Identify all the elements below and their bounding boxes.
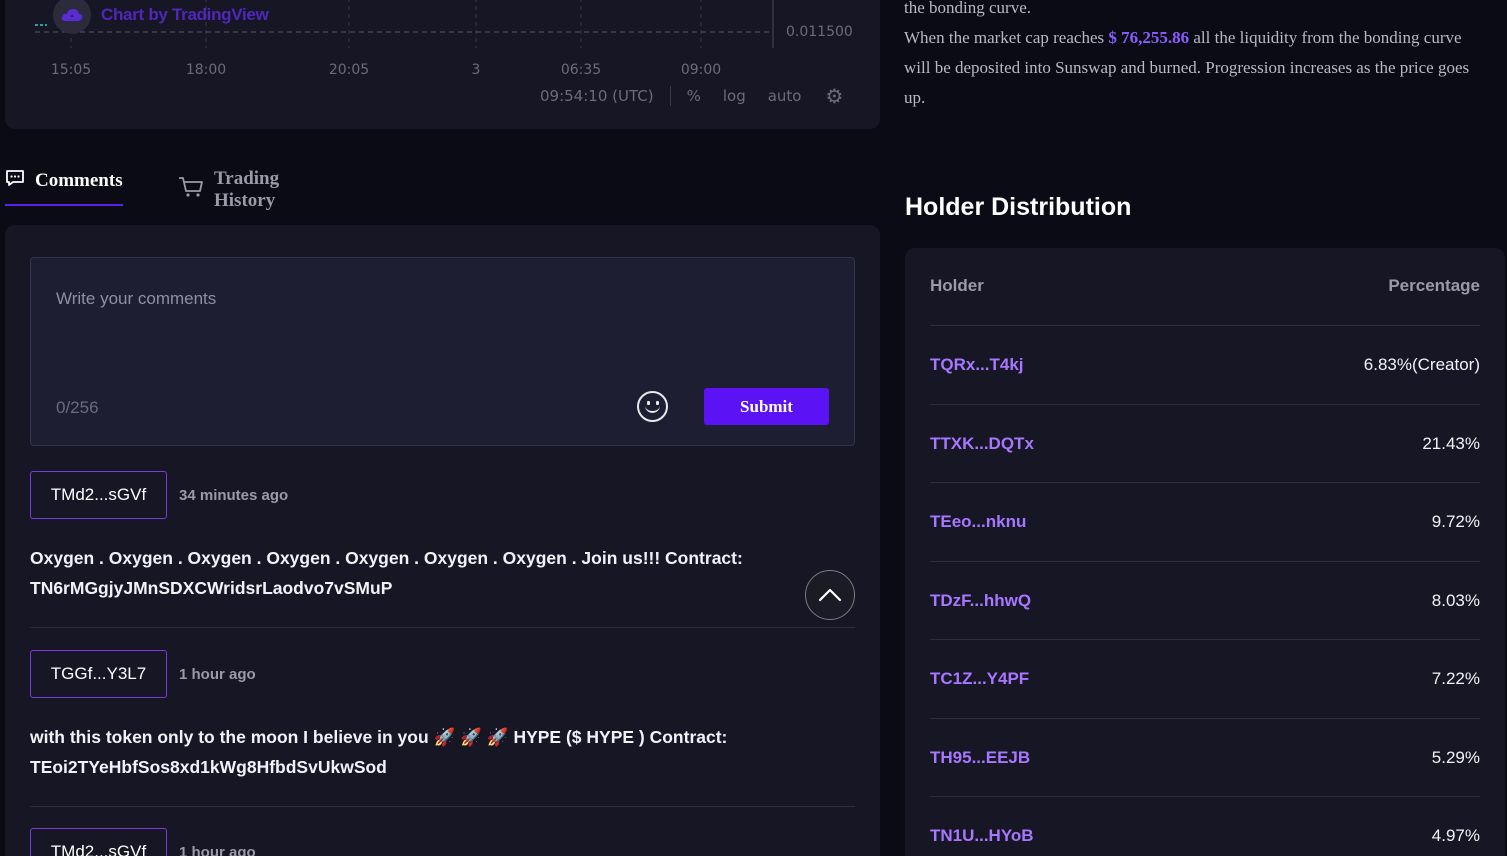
time-tick: 09:00 <box>680 62 722 78</box>
comment-contract: TN6rMGgjyJMnSDXCWridsrLaodvo7vSMuP <box>30 578 393 598</box>
comments-panel: 0/256 Submit TMd2...sGVf 34 minutes ago … <box>5 225 880 856</box>
tab-bar: Comments Trading History <box>5 168 279 211</box>
chart-clock: 09:54:10 (UTC) <box>540 87 654 105</box>
bonding-line: up. <box>904 88 926 107</box>
comment-author[interactable]: TMd2...sGVf <box>30 828 167 856</box>
comment-body: with this token only to the moon I belie… <box>30 722 855 782</box>
holder-row: TDzF...hhwQ 8.03% <box>930 561 1480 640</box>
bonding-text-prefix: When the market cap reaches <box>904 28 1109 47</box>
time-tick: 3 <box>471 62 481 78</box>
time-tick: 15:05 <box>50 62 92 78</box>
gear-icon[interactable]: ⚙ <box>825 86 843 106</box>
emoji-mouth <box>645 404 660 413</box>
bonding-line: When the market cap reaches $ 76,255.86 … <box>904 23 1494 53</box>
percent-scale-toggle[interactable]: % <box>687 87 701 105</box>
toolbar-divider <box>669 86 671 106</box>
holder-row: TQRx...T4kj 6.83%(Creator) <box>930 325 1480 404</box>
holder-address[interactable]: TDzF...hhwQ <box>930 591 1031 611</box>
comment-text: with this token only to the moon I belie… <box>30 727 728 747</box>
tab-trading-history[interactable]: Trading History <box>53 168 279 222</box>
chevron-up-icon <box>818 588 842 602</box>
holder-percentage: 5.29% <box>1431 748 1480 767</box>
holder-percentage: 9.72% <box>1431 512 1480 531</box>
holder-distribution-title: Holder Distribution <box>905 193 1132 221</box>
log-scale-toggle[interactable]: log <box>723 87 746 105</box>
bonding-line: will be deposited into Sunswap and burne… <box>904 58 1470 77</box>
comment-item: TMd2...sGVf 1 hour ago <box>30 828 855 856</box>
column-header-holder: Holder <box>930 276 984 295</box>
holder-address[interactable]: TTXK...DQTx <box>930 434 1034 454</box>
tab-trading-history-label: Trading History <box>214 168 280 211</box>
auto-scale-toggle[interactable]: auto <box>768 87 802 105</box>
comment-form: 0/256 Submit <box>30 257 855 446</box>
comment-text: Oxygen . Oxygen . Oxygen . Oxygen . Oxyg… <box>30 548 743 568</box>
bonding-line: the bonding curve. <box>904 0 1031 17</box>
holder-address[interactable]: TEeo...nknu <box>930 512 1026 532</box>
holder-address[interactable]: TC1Z...Y4PF <box>930 669 1029 689</box>
holder-row: TTXK...DQTx 21.43% <box>930 404 1480 483</box>
comment-item: TMd2...sGVf 34 minutes ago Oxygen . Oxyg… <box>30 471 855 628</box>
tradingview-watermark: Chart by TradingView <box>53 0 269 34</box>
scroll-to-top-button[interactable] <box>805 570 855 620</box>
price-axis-label: 0.011500 <box>786 24 853 40</box>
market-cap-value: $ 76,255.86 <box>1108 28 1190 47</box>
cart-icon <box>178 176 204 204</box>
submit-button[interactable]: Submit <box>704 388 829 425</box>
tradingview-watermark-text: Chart by TradingView <box>101 5 269 24</box>
holder-row: TEeo...nknu 9.72% <box>930 482 1480 561</box>
holder-address[interactable]: TN1U...HYoB <box>930 826 1034 846</box>
time-tick: 20:05 <box>328 62 370 78</box>
price-chart-panel: Chart by TradingView 0.011500 15:05 18:0… <box>5 0 880 129</box>
time-tick: 06:35 <box>560 62 602 78</box>
holder-address[interactable]: TQRx...T4kj <box>930 355 1024 375</box>
bonding-curve-description: the bonding curve. When the market cap r… <box>904 0 1494 113</box>
holder-table-header: Holder Percentage <box>930 276 1480 296</box>
comment-item: TGGf...Y3L7 1 hour ago with this token o… <box>30 650 855 807</box>
holder-percentage: 4.97% <box>1431 826 1480 845</box>
holder-row: TC1Z...Y4PF 7.22% <box>930 639 1480 718</box>
holder-row: TN1U...HYoB 4.97% <box>930 796 1480 856</box>
tradingview-logo-icon <box>53 0 91 34</box>
emoji-icon[interactable] <box>637 391 668 422</box>
holder-percentage: 7.22% <box>1431 669 1480 688</box>
holder-percentage: 21.43% <box>1422 434 1480 453</box>
comment-contract: TEoi2TYeHbfSos8xd1kWg8HfbdSvUkwSod <box>30 757 387 777</box>
holder-percentage: 6.83%(Creator) <box>1363 355 1480 374</box>
comment-input[interactable] <box>31 258 854 388</box>
column-header-percentage: Percentage <box>1388 276 1480 295</box>
char-counter: 0/256 <box>56 398 99 417</box>
comment-author[interactable]: TGGf...Y3L7 <box>30 650 167 698</box>
time-tick: 18:00 <box>185 62 227 78</box>
comment-icon <box>5 168 25 194</box>
chart-toolbar: 09:54:10 (UTC) % log auto ⚙ <box>540 86 843 106</box>
comment-time: 1 hour ago <box>179 665 256 683</box>
holder-row: TH95...EEJB 5.29% <box>930 718 1480 797</box>
comment-time: 1 hour ago <box>179 843 256 856</box>
comment-body: Oxygen . Oxygen . Oxygen . Oxygen . Oxyg… <box>30 543 855 603</box>
comment-time: 34 minutes ago <box>179 486 289 504</box>
comment-divider <box>30 627 855 628</box>
comment-author[interactable]: TMd2...sGVf <box>30 471 167 519</box>
holder-address[interactable]: TH95...EEJB <box>930 748 1030 768</box>
holder-distribution-table: Holder Percentage TQRx...T4kj 6.83%(Crea… <box>905 248 1505 856</box>
comment-divider <box>30 806 855 807</box>
bonding-text-suffix: all the liquidity from the bonding curve <box>1189 28 1462 47</box>
holder-percentage: 8.03% <box>1431 591 1480 610</box>
